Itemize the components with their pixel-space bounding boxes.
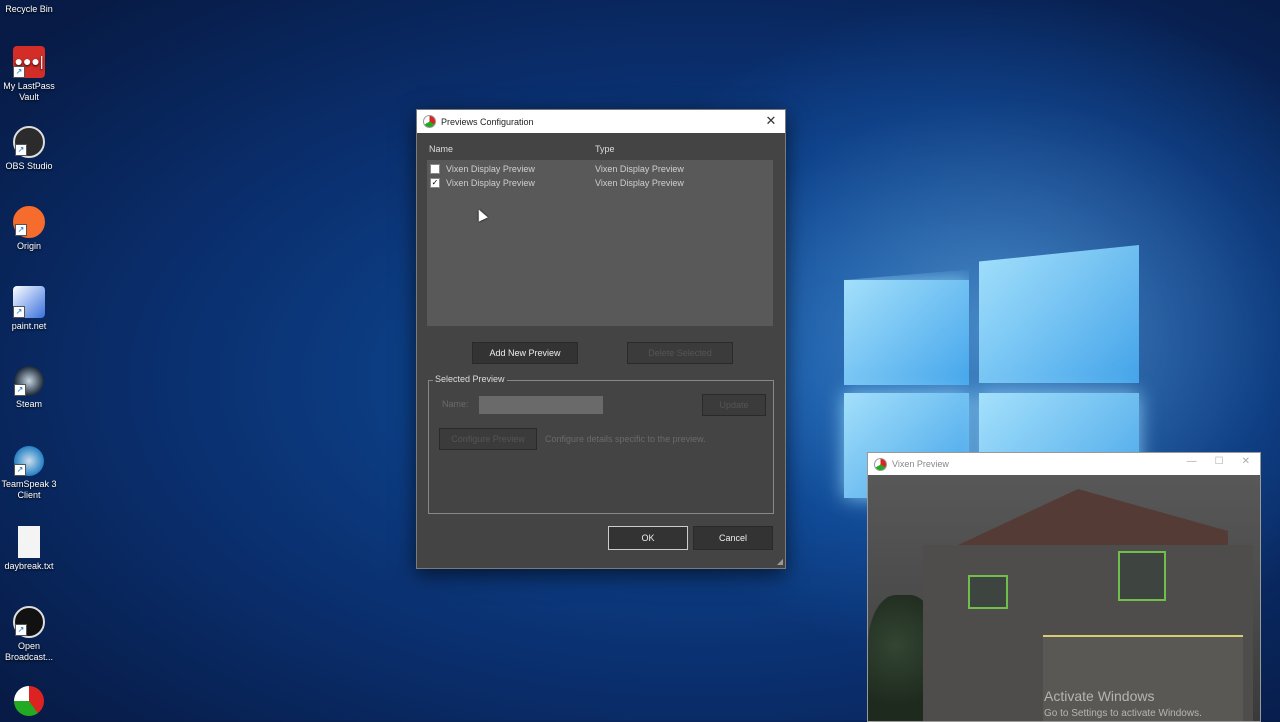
desktop-icon-label: My LastPass Vault [3,81,55,102]
paintnet-icon: ↗ [13,286,45,318]
resize-grip-icon[interactable]: ◢ [777,557,783,566]
add-new-preview-button[interactable]: Add New Preview [472,342,578,364]
obs-icon: ↗ [13,126,45,158]
ok-button[interactable]: OK [608,526,688,550]
configure-hint: Configure details specific to the previe… [545,434,706,444]
desktop-icon-recycle-bin[interactable]: Recycle Bin [0,0,58,15]
minimize-icon[interactable]: — [1187,456,1197,467]
desktop-icon-open-broadcast[interactable]: ↗ Open Broadcast... [0,606,58,663]
vixen-titlebar[interactable]: Vixen Preview — ☐ ✕ [868,453,1260,475]
preview-type: Vixen Display Preview [595,163,684,174]
text-file-icon [18,526,40,558]
close-icon[interactable]: ✕ [763,113,779,129]
dialog-title: Previews Configuration [441,116,534,127]
maximize-icon[interactable]: ☐ [1215,456,1224,467]
selected-preview-group: Selected Preview Name: Update Configure … [428,374,774,514]
house-window [1118,551,1166,601]
preview-checkbox[interactable]: ✓ [430,177,440,188]
desktop-icon-label: Open Broadcast... [4,641,54,662]
desktop-icon-label: Origin [16,241,41,251]
column-header-name[interactable]: Name [429,144,453,154]
group-title: Selected Preview [433,374,507,384]
desktop-icon-paintnet[interactable]: ↗ paint.net [0,286,58,332]
desktop-icon-label: OBS Studio [5,161,53,171]
column-header-type[interactable]: Type [595,144,615,154]
desktop-icon-teamspeak[interactable]: ↗ TeamSpeak 3 Client [0,446,58,501]
watermark-line1: Activate Windows [1044,688,1155,704]
vixen-window-title: Vixen Preview [892,459,949,469]
house-preview-image[interactable] [868,475,1260,721]
origin-icon: ↗ [13,206,45,238]
teamspeak-icon: ↗ [14,446,44,476]
vixen-app-icon [874,457,887,471]
preview-name: Vixen Display Preview [446,163,535,174]
preview-type: Vixen Display Preview [595,177,684,188]
desktop-icon-label: daybreak.txt [4,561,54,571]
name-label: Name: [442,399,469,409]
desktop-icon-origin[interactable]: ↗ Origin [0,206,58,252]
update-button[interactable]: Update [702,394,766,416]
cancel-button[interactable]: Cancel [693,526,773,550]
preview-checkbox[interactable] [430,163,440,174]
close-icon[interactable]: ✕ [1242,456,1250,467]
previews-list[interactable]: Vixen Display Preview Vixen Display Prev… [427,160,773,326]
previews-configuration-dialog: Previews Configuration ✕ Name Type Vixen… [416,109,786,569]
preview-name-field[interactable] [479,396,603,414]
lastpass-icon: ●●●| ↗ [13,46,45,78]
dialog-titlebar[interactable]: Previews Configuration ✕ [417,110,785,133]
desktop-icon-daybreak-txt[interactable]: daybreak.txt [0,526,58,572]
watermark-line2: Go to Settings to activate Windows. [1044,708,1202,719]
configure-preview-button[interactable]: Configure Preview [439,428,537,450]
list-item[interactable]: Vixen Display Preview Vixen Display Prev… [430,162,684,175]
delete-selected-button[interactable]: Delete Selected [627,342,733,364]
desktop-icon-lastpass[interactable]: ●●●| ↗ My LastPass Vault [0,46,58,103]
list-item[interactable]: ✓ Vixen Display Preview Vixen Display Pr… [430,176,684,189]
vixen-preview-window: Vixen Preview — ☐ ✕ [867,452,1261,722]
desktop-icon-label: Steam [15,399,42,409]
vixen-icon [14,686,44,716]
desktop-icon-obs[interactable]: ↗ OBS Studio [0,126,58,172]
desktop-icon-vixen[interactable] [0,686,58,719]
desktop-icon-label: Recycle Bin [5,4,53,14]
steam-icon: ↗ [14,366,44,396]
desktop-icon-label: paint.net [11,321,47,331]
desktop-icon-label: TeamSpeak 3 Client [1,479,57,500]
obs-icon: ↗ [13,606,45,638]
desktop-icon-steam[interactable]: ↗ Steam [0,366,58,410]
preview-name: Vixen Display Preview [446,177,535,188]
activation-watermark: Activate Windows Go to Settings to activ… [1044,688,1202,719]
vixen-app-icon [423,115,436,128]
house-window [968,575,1008,609]
